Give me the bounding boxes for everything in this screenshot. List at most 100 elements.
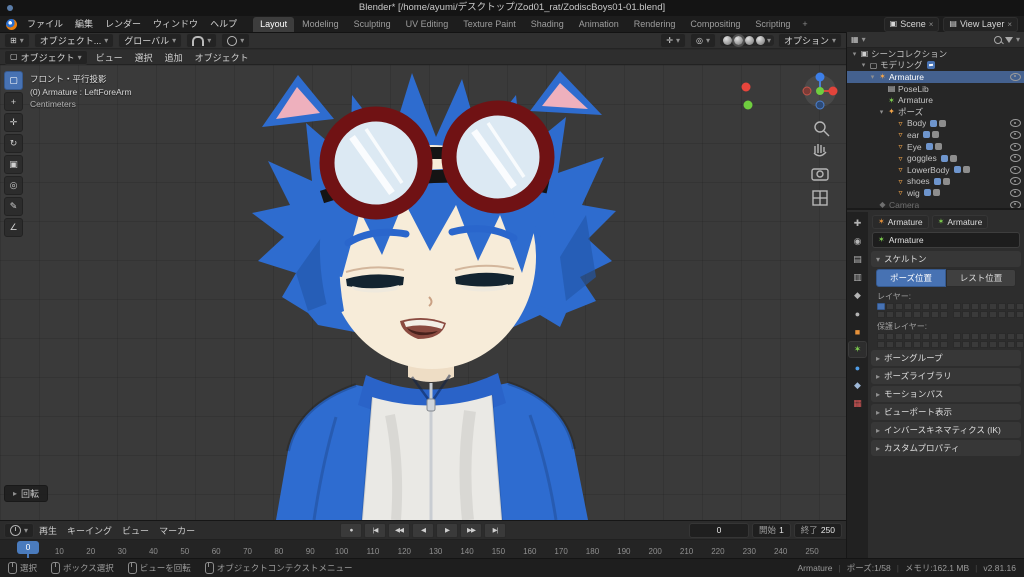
layer-toggle[interactable] xyxy=(895,333,903,340)
frame-start-field[interactable]: 開始1 xyxy=(752,523,791,538)
layer-toggle[interactable] xyxy=(1007,333,1015,340)
frame-end-field[interactable]: 終了250 xyxy=(794,523,842,538)
properties-tab-output[interactable]: ▤ xyxy=(849,252,866,267)
visibility-eye-icon[interactable] xyxy=(1010,131,1021,139)
layer-toggle[interactable] xyxy=(940,333,948,340)
layer-toggle[interactable] xyxy=(1007,303,1015,310)
workspace-tab[interactable]: Scripting xyxy=(748,17,797,32)
layer-toggle[interactable] xyxy=(971,311,979,318)
layer-toggle[interactable] xyxy=(931,333,939,340)
layer-toggle[interactable] xyxy=(989,341,997,348)
properties-tab-texture[interactable]: ▦ xyxy=(849,396,866,411)
editor-type-button[interactable]: ⊞▾ xyxy=(4,33,30,48)
navigation-gizmo[interactable] xyxy=(803,73,838,110)
layer-toggle[interactable] xyxy=(980,333,988,340)
properties-tab-render[interactable]: ◉ xyxy=(849,234,866,249)
app-menu[interactable]: ヘルプ xyxy=(204,16,243,32)
add-workspace-button[interactable]: + xyxy=(798,17,811,32)
titlebar[interactable]: Blender* [/home/ayumi/デスクトップ/Zod01_rat/Z… xyxy=(0,0,1024,16)
layer-toggle[interactable] xyxy=(895,303,903,310)
visibility-eye-icon[interactable] xyxy=(1010,166,1021,174)
expand-icon[interactable]: ▾ xyxy=(868,73,877,81)
timeline-menu[interactable]: 再生 xyxy=(34,524,62,537)
workspace-tab[interactable]: Compositing xyxy=(683,17,747,32)
properties-tab-object[interactable]: ■ xyxy=(849,324,866,339)
jump-to-start-button[interactable]: |◀ xyxy=(364,523,386,538)
layer-toggle[interactable] xyxy=(895,341,903,348)
snap-toggle[interactable]: ▾ xyxy=(186,33,217,48)
layer-toggle[interactable] xyxy=(913,311,921,318)
workspace-tab[interactable]: Rendering xyxy=(627,17,683,32)
outliner-row[interactable]: ▿goggles xyxy=(847,152,1024,164)
panel-header[interactable]: ▸インバースキネマティクス (IK) xyxy=(871,422,1021,438)
wrench-icon[interactable] xyxy=(932,131,939,138)
layer-toggle[interactable] xyxy=(971,341,979,348)
layer-toggle[interactable] xyxy=(962,311,970,318)
collection-checkbox[interactable] xyxy=(927,61,935,69)
show-gizmo-toggle[interactable]: ✛▾ xyxy=(660,33,686,48)
properties-tab-world[interactable]: ● xyxy=(849,306,866,321)
layer-toggle[interactable] xyxy=(922,303,930,310)
character-render[interactable] xyxy=(0,65,846,520)
timeline-menu[interactable]: ビュー xyxy=(117,524,154,537)
layer-toggle[interactable] xyxy=(904,311,912,318)
playhead[interactable]: 0 xyxy=(17,541,39,554)
panel-header[interactable]: ▸カスタムプロパティ xyxy=(871,440,1021,456)
timeline-ruler[interactable]: 0 01020304050607080901001101201301401501… xyxy=(0,540,846,558)
panel-header[interactable]: ▸ポーズライブラリ xyxy=(871,368,1021,384)
layer-toggle[interactable] xyxy=(962,303,970,310)
layer-toggle[interactable] xyxy=(998,311,1006,318)
panel-header[interactable]: ▸ビューポート表示 xyxy=(871,404,1021,420)
outliner-row[interactable]: ▿wig xyxy=(847,187,1024,199)
layer-toggle[interactable] xyxy=(980,303,988,310)
outliner-row[interactable]: ▾▢モデリング xyxy=(847,60,1024,72)
wrench-icon[interactable] xyxy=(933,189,940,196)
search-icon[interactable] xyxy=(994,36,1002,44)
viewport-menu[interactable]: ビュー xyxy=(90,51,129,64)
app-menu[interactable]: ウィンドウ xyxy=(147,16,204,32)
auto-key-button[interactable]: ● xyxy=(340,523,362,538)
tool-measure[interactable]: ∠ xyxy=(4,218,23,237)
workspace-tab[interactable]: UV Editing xyxy=(399,17,456,32)
outliner-row[interactable]: ▿ear xyxy=(847,129,1024,141)
armature-modifier-icon[interactable] xyxy=(926,143,933,150)
layer-toggle[interactable] xyxy=(931,341,939,348)
layer-toggle[interactable] xyxy=(895,311,903,318)
wrench-icon[interactable] xyxy=(939,120,946,127)
armature-modifier-icon[interactable] xyxy=(941,155,948,162)
layer-toggle[interactable] xyxy=(904,333,912,340)
breadcrumb-item[interactable]: ✶Armature xyxy=(872,215,929,229)
layer-toggle[interactable] xyxy=(980,311,988,318)
workspace-tab[interactable]: Layout xyxy=(253,17,294,32)
layer-toggle[interactable] xyxy=(913,333,921,340)
timeline-menu[interactable]: キーイング xyxy=(62,524,117,537)
properties-tab-constraints[interactable]: ◆ xyxy=(849,378,866,393)
wireframe-shading-icon[interactable] xyxy=(723,36,732,45)
tool-box-select[interactable]: ▢ xyxy=(4,71,23,90)
layer-toggle[interactable] xyxy=(953,341,961,348)
options-dropdown[interactable]: オプション▾ xyxy=(778,33,842,48)
wrench-icon[interactable] xyxy=(935,143,942,150)
play-button[interactable]: ▶ xyxy=(436,523,458,538)
pose-position-button[interactable]: ポーズ位置 xyxy=(876,269,946,287)
app-menu[interactable]: ファイル xyxy=(21,16,69,32)
outliner-row[interactable]: ▾▣シーンコレクション xyxy=(847,48,1024,60)
visibility-eye-icon[interactable] xyxy=(1010,154,1021,162)
expand-icon[interactable]: ▾ xyxy=(877,108,886,116)
rest-position-button[interactable]: レスト位置 xyxy=(946,269,1016,287)
filter-icon[interactable] xyxy=(1005,37,1013,43)
wrench-icon[interactable] xyxy=(943,178,950,185)
wrench-icon[interactable] xyxy=(950,155,957,162)
rendered-shading-icon[interactable] xyxy=(756,36,765,45)
view-layer-unlink-icon[interactable]: × xyxy=(1007,20,1012,29)
armature-modifier-icon[interactable] xyxy=(923,131,930,138)
layer-toggle[interactable] xyxy=(940,311,948,318)
mode-dropdown[interactable]: オブジェクト...▾ xyxy=(34,33,115,48)
solid-shading-icon[interactable] xyxy=(734,36,743,45)
layer-toggle[interactable] xyxy=(877,333,885,340)
tool-transform[interactable]: ◎ xyxy=(4,176,23,195)
visibility-eye-icon[interactable] xyxy=(1010,177,1021,185)
layer-toggle[interactable] xyxy=(989,333,997,340)
next-keyframe-button[interactable]: ▶▶ xyxy=(460,523,482,538)
layer-toggle[interactable] xyxy=(953,311,961,318)
